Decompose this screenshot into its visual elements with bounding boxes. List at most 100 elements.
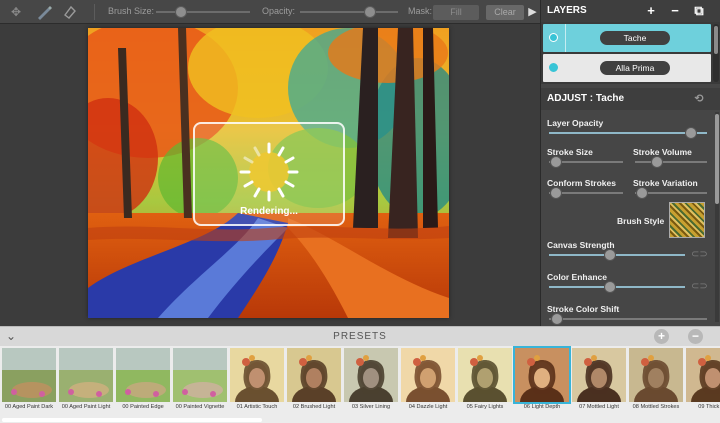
canvas-strength-slider[interactable] [549,254,685,256]
eraser-icon[interactable] [62,4,78,20]
preset-thumbnail[interactable] [116,348,170,402]
preset-label: 03 Silver Lining [351,404,391,410]
brush-size-label: Brush Size: [108,6,155,16]
presets-title: PRESETS [333,331,387,342]
stroke-color-shift-knob[interactable] [550,313,563,325]
preset-item[interactable]: 03 Silver Lining [344,348,398,423]
layer-visibility-icon[interactable] [549,33,558,42]
rendering-overlay: Rendering... [193,122,345,226]
fill-button[interactable]: Fill [433,5,479,20]
brush-size-slider[interactable] [156,11,250,13]
layers-list: Tache Alla Prima [541,22,720,84]
preset-label: 00 Painted Edge [122,404,164,410]
move-icon[interactable]: ✥ [8,4,24,20]
adjust-header: ADJUST : Tache ⟲ [541,88,720,110]
opacity-label: Opacity: [262,6,296,16]
preset-thumbnail[interactable] [513,346,571,404]
stroke-volume-label: Stroke Volume [633,147,692,157]
brush-style-swatch[interactable] [669,202,705,238]
preset-label: 04 Dazzle Light [408,404,448,410]
app-window: ✥ Brush Size: Opacity: Mask: Fill Clear … [0,0,720,423]
preset-thumbnail[interactable] [458,348,512,402]
brush-size-knob[interactable] [174,6,187,18]
adjust-scrollbar[interactable] [715,112,719,322]
add-layer-icon[interactable]: + [643,0,659,22]
preset-thumbnail[interactable] [2,348,56,402]
divider [565,24,566,52]
preset-label: 02 Brushed Light [292,404,336,410]
canvas-area: Rendering... [0,24,540,326]
presets-header: ⌄ PRESETS + − [0,326,720,346]
color-enhance-label: Color Enhance [547,272,607,282]
rendering-text: Rendering... [240,206,298,217]
preset-item[interactable]: 08 Mottled Strokes [629,348,683,423]
preset-thumbnail[interactable] [59,348,113,402]
canvas-strength-knob[interactable] [604,249,617,261]
duplicate-layer-icon[interactable]: ⧉ [691,0,707,22]
preset-thumbnail[interactable] [173,348,227,402]
preset-item[interactable]: 00 Painted Vignette [173,348,227,423]
opacity-knob[interactable] [364,6,377,18]
preset-thumbnail[interactable] [686,348,720,402]
canvas-strength-label: Canvas Strength [547,240,615,250]
stroke-size-knob[interactable] [550,156,563,168]
layer-item-tache[interactable]: Tache [543,24,711,52]
preset-label: 01 Artistic Touch [236,404,278,410]
loading-spinner-icon [239,142,299,202]
preset-label: 08 Mottled Strokes [632,404,680,410]
stroke-volume-slider[interactable] [635,161,707,163]
chevron-right-icon[interactable]: ▶ [525,4,540,20]
layers-header: LAYERS + − ⧉ [541,0,720,22]
preset-item[interactable]: 07 Mottled Light [572,348,626,423]
preset-item[interactable]: 02 Brushed Light [287,348,341,423]
layer-opacity-slider[interactable] [549,132,707,134]
conform-strokes-knob[interactable] [550,187,563,199]
opacity-slider[interactable] [300,11,398,13]
right-panel: LAYERS + − ⧉ Tache Alla Prima ADJUST : T… [540,0,720,326]
stroke-variation-knob[interactable] [636,187,649,199]
preset-label: 00 Aged Paint Light [61,404,111,410]
preset-item[interactable]: 06 Light Depth [513,346,571,423]
color-enhance-knob[interactable] [604,281,617,293]
preset-thumbnail[interactable] [572,348,626,402]
divider [94,4,95,20]
layer-visibility-icon[interactable] [549,63,558,72]
layer-opacity-knob[interactable] [685,127,698,139]
preset-item[interactable]: 00 Painted Edge [116,348,170,423]
layer-item-alla-prima[interactable]: Alla Prima [543,54,711,82]
preset-thumbnail[interactable] [344,348,398,402]
layers-scrollbar[interactable] [713,24,719,82]
preset-thumbnail[interactable] [287,348,341,402]
layers-title: LAYERS [547,5,587,16]
layer-name: Alla Prima [600,61,670,75]
preset-label: 07 Mottled Light [579,404,619,410]
adjust-panel: Layer Opacity Stroke Size Stroke Volume … [541,110,720,326]
reset-icon[interactable]: ⟲ [691,88,707,110]
link-icon[interactable]: ⊂⊃ [691,250,708,260]
preset-item[interactable]: 01 Artistic Touch [230,348,284,423]
add-preset-icon[interactable]: + [654,329,669,344]
presets-scrollbar[interactable] [2,418,262,422]
color-enhance-slider[interactable] [549,286,685,288]
preset-item[interactable]: 00 Aged Paint Dark [2,348,56,423]
remove-layer-icon[interactable]: − [667,0,683,22]
stroke-color-shift-slider[interactable] [549,318,707,320]
presets-strip: 00 Aged Paint Dark 00 Aged Paint Light 00 … [0,346,720,423]
preset-thumbnail[interactable] [230,348,284,402]
layer-name: Tache [600,31,670,45]
preset-item[interactable]: 09 Thick Pa [686,348,720,423]
brush-icon[interactable] [36,4,52,20]
top-toolbar: ✥ Brush Size: Opacity: Mask: Fill Clear … [0,0,540,24]
adjust-title: ADJUST : Tache [547,93,625,104]
preset-item[interactable]: 04 Dazzle Light [401,348,455,423]
remove-preset-icon[interactable]: − [688,329,703,344]
preset-thumbnail[interactable] [401,348,455,402]
preset-thumbnail[interactable] [629,348,683,402]
link-icon[interactable]: ⊂⊃ [691,282,708,292]
clear-button[interactable]: Clear [486,5,524,20]
layer-opacity-label: Layer Opacity [547,118,604,128]
preset-item[interactable]: 00 Aged Paint Light [59,348,113,423]
brush-style-label: Brush Style [617,216,665,226]
preset-item[interactable]: 05 Fairy Lights [458,348,512,423]
stroke-volume-knob[interactable] [650,156,663,168]
